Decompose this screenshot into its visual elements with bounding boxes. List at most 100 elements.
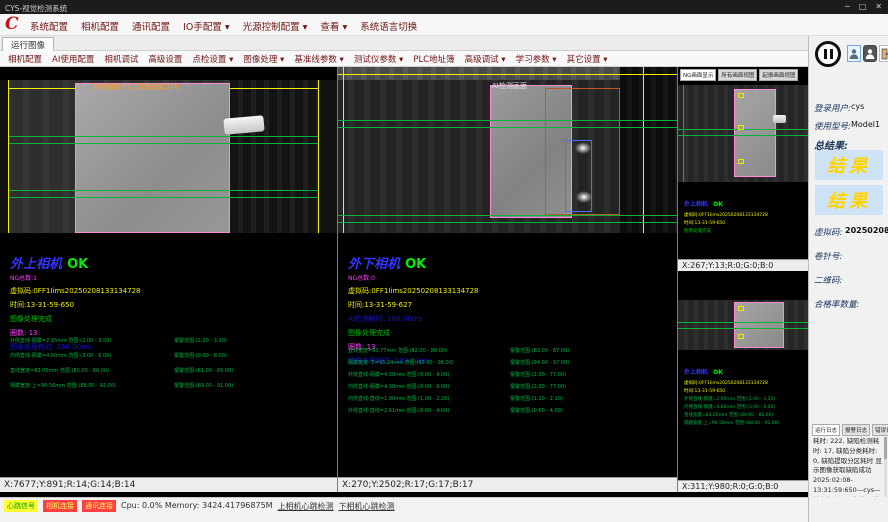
camera-view-center: AI检测画面 外下相机 OK NG总数:0 虚拟码:0FF1Iims202502… bbox=[338, 67, 678, 492]
cpu-memory-text: Cpu: 0.0% Memory: 3424.41796875M bbox=[121, 500, 273, 510]
time-label: 时间:13-31-59-627 bbox=[348, 300, 479, 310]
mini-view-top[interactable]: 外上相机 OK 虚拟码:0FF1Iims20250208133134728 时间… bbox=[678, 83, 808, 271]
machine-dark-zone bbox=[230, 80, 318, 233]
center-camera-image[interactable]: AI检测画面 bbox=[338, 67, 677, 233]
tab-error-log[interactable]: 错误日志 bbox=[872, 424, 888, 436]
measurement-alarm: 报警范围:(0.00 - 8.00) bbox=[174, 352, 227, 359]
minimize-button[interactable]: ─ bbox=[845, 2, 850, 11]
measurement-row: 内侧直线-隔膜=4.60mm 范围:(3.00 - 6.00) 报警范围:(0.… bbox=[10, 352, 330, 364]
barcode-label: 虚拟码:0FF1Iims20250208133134728 bbox=[10, 286, 141, 296]
pass-count-label: 合格率数量: bbox=[814, 298, 859, 310]
tool-advanced-settings[interactable]: 高级设置 bbox=[148, 53, 182, 65]
measurement-alarm: 报警范围:(81.00 - 85.00) bbox=[174, 367, 233, 374]
result-box-1: 结果 bbox=[815, 150, 883, 180]
measurement-row: 直线宽度=83.77mm 范围:(82.00 - 88.00) 报警范围:(83… bbox=[348, 347, 668, 359]
measurement-value: 外侧直线-隔膜=4.38mm 范围:(0.00 - 9.00) bbox=[348, 371, 449, 378]
measure-line bbox=[9, 143, 318, 144]
menu-io-config[interactable]: IO手配置 ▾ bbox=[183, 19, 230, 33]
measure-line bbox=[678, 322, 808, 323]
measure-line bbox=[9, 197, 318, 198]
model-label: 使用型号: bbox=[814, 120, 851, 132]
tab-alarm-log[interactable]: 报警日志 bbox=[842, 424, 870, 436]
pause-button[interactable] bbox=[815, 41, 841, 67]
measure-line bbox=[9, 136, 318, 137]
result-ok-label: OK bbox=[405, 257, 426, 272]
maximize-button[interactable]: □ bbox=[859, 2, 867, 11]
calib-line-right bbox=[643, 67, 644, 233]
lower-camera-heartbeat-link[interactable]: 下相机心跳检测 bbox=[339, 500, 395, 512]
login-user-label: 登录用户: bbox=[814, 102, 851, 114]
upper-camera-heartbeat-link[interactable]: 上相机心跳检测 bbox=[278, 500, 334, 512]
exit-button[interactable] bbox=[879, 45, 888, 62]
machine-dark-zone bbox=[620, 67, 677, 233]
menu-light-config[interactable]: 光源控制配置 ▾ bbox=[243, 19, 308, 33]
result-ok-label: OK bbox=[67, 257, 88, 272]
tool-plc-address[interactable]: PLC地址簿 bbox=[413, 53, 454, 65]
measure-line bbox=[338, 127, 677, 128]
menu-language-switch[interactable]: 系统语言切换 bbox=[360, 19, 417, 33]
menu-view[interactable]: 查看 ▾ bbox=[320, 19, 347, 33]
tool-ai-config[interactable]: AI使用配置 bbox=[52, 53, 94, 65]
tab-trigger-frames[interactable]: 起振画面视图 bbox=[759, 69, 798, 81]
roi-marker bbox=[738, 125, 744, 130]
measurement-value: 直线宽度=83.05mm 范围:(80.00 - 86.00) bbox=[684, 412, 779, 418]
tool-camera-debug[interactable]: 相机调试 bbox=[104, 53, 138, 65]
mini-bottom-pixel-readout: X:311;Y:980;R:0;G:0;B:0 bbox=[678, 480, 808, 492]
measurement-row: 外侧直线-直线=2.61mm 范围:(0.60 - 4.00) 报警范围:(0.… bbox=[348, 407, 668, 419]
ai-frame-label: AI检测画面 bbox=[492, 81, 527, 91]
tab-ng-display[interactable]: NG画面显示 bbox=[680, 69, 716, 81]
tool-camera-config[interactable]: 相机配置 bbox=[8, 53, 42, 65]
tool-spotcheck-settings[interactable]: 点检设置 ▾ bbox=[192, 53, 233, 65]
menu-system-config[interactable]: 系统配置 bbox=[30, 19, 68, 33]
measure-line bbox=[338, 120, 677, 121]
tool-tester-params[interactable]: 测试仪参数 ▾ bbox=[354, 53, 403, 65]
nozzle-object bbox=[773, 115, 786, 123]
measurement-row: 内侧直线-直线=1.90mm 范围:(1.00 - 2.20) 报警范围:(1.… bbox=[348, 395, 668, 407]
close-button[interactable]: ✕ bbox=[875, 2, 882, 11]
measurement-row: 隔膜宽度-下=95.24mm 范围:(93.00 - 98.00) 报警范围:(… bbox=[348, 359, 668, 371]
tool-advanced-debug[interactable]: 高级调试 ▾ bbox=[465, 53, 506, 65]
user-account-button[interactable] bbox=[863, 45, 877, 62]
log-scrollbar[interactable] bbox=[884, 437, 887, 497]
mini-top-pixel-readout: X:267;Y:13;R:0;G:0;B:0 bbox=[678, 259, 808, 271]
login-user-button[interactable] bbox=[847, 45, 861, 62]
camera-name-label: 外下相机 bbox=[348, 257, 400, 272]
camera-name-label: 外上相机 bbox=[684, 369, 708, 376]
left-camera-image[interactable]: 灰度阈值:93, 动态阈值:100 bbox=[0, 80, 337, 233]
heartbeat-badge: 心跳信号 bbox=[4, 500, 38, 512]
menu-camera-config[interactable]: 相机配置 bbox=[81, 19, 119, 33]
roi-marker bbox=[738, 159, 744, 164]
tool-other-settings[interactable]: 其它设置 ▾ bbox=[567, 53, 608, 65]
done-label: 图像处理完成 bbox=[10, 314, 141, 324]
tab-strip: 运行图像 bbox=[0, 36, 808, 51]
tab-all-frames[interactable]: 所有画面视图 bbox=[718, 69, 757, 81]
log-tabs: 运行日志 报警日志 错误日志 bbox=[812, 424, 888, 436]
tool-baseline-params[interactable]: 基准线参数 ▾ bbox=[294, 53, 343, 65]
camera-name-label: 外上相机 bbox=[684, 201, 708, 208]
app-logo-icon: C bbox=[5, 14, 19, 34]
done-label: 图像处理完成 bbox=[684, 228, 768, 234]
roi-marker bbox=[738, 306, 744, 311]
result-ok-label: OK bbox=[713, 369, 723, 376]
tool-learning-params[interactable]: 学习参数 ▾ bbox=[516, 53, 557, 65]
left-pixel-readout: X:7677;Y:891;R:14;G:14;B:14 bbox=[0, 477, 337, 492]
roi-marker bbox=[738, 334, 744, 339]
virtual-code-value: 20250208 bbox=[845, 226, 888, 235]
measurement-value: 隔膜宽度-上=90.56mm 范围:(88.00 - 92.00) bbox=[10, 382, 116, 389]
mini-image bbox=[678, 85, 808, 182]
camera-name-label: 外上相机 bbox=[10, 257, 62, 272]
measure-line bbox=[338, 215, 677, 216]
menu-comm-config[interactable]: 通讯配置 bbox=[132, 19, 170, 33]
app-window: CYS-视觉检测系统 ─ □ ✕ C 系统配置 相机配置 通讯配置 IO手配置 … bbox=[0, 0, 888, 522]
mini-view-column: NG画面显示 所有画面视图 起振画面视图 外上相机 OK 虚拟码: bbox=[678, 67, 808, 492]
tab-run-log[interactable]: 运行日志 bbox=[812, 424, 840, 436]
ai-elapsed-label: AI检测耗时: 166.00ms bbox=[348, 314, 479, 324]
title-bar: CYS-视觉检测系统 ─ □ ✕ bbox=[0, 0, 888, 14]
tab-run-image[interactable]: 运行图像 bbox=[2, 37, 54, 51]
measurement-row: 内侧直线-隔膜=4.38mm 范围:(0.00 - 9.00) 报警范围:(2.… bbox=[348, 383, 668, 395]
measurement-value: 直线宽度=83.05mm 范围:(80.00 - 86.00) bbox=[10, 367, 109, 374]
mini-result-block: 外上相机 OK 虚拟码:0FF1Iims20250208133134728 时间… bbox=[684, 191, 768, 234]
tool-image-processing[interactable]: 图像处理 ▾ bbox=[243, 53, 284, 65]
camera-connect-badge: 相机连接 bbox=[43, 500, 77, 512]
mini-view-bottom[interactable]: 外上相机 OK 虚拟码:0FF1Iims20250208133134728 时间… bbox=[678, 283, 808, 492]
